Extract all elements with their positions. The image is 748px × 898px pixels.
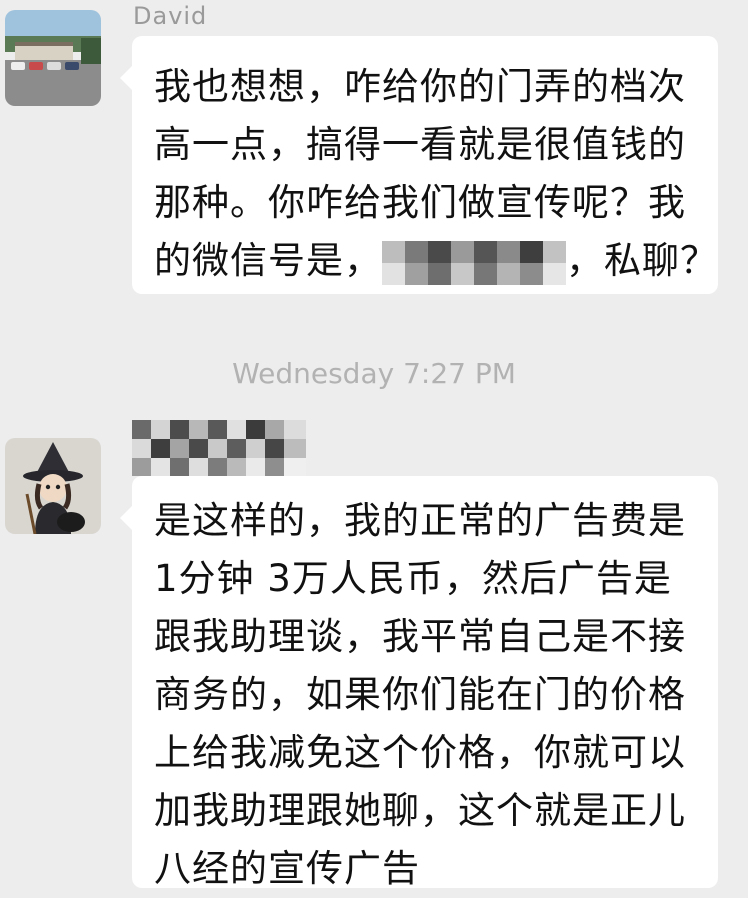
message-bubble[interactable]: 我也想想，咋给你的门弄的档次 高一点，搞得一看就是很值钱的 那种。你咋给我们做宣…: [120, 36, 718, 294]
message-line: 是这样的，我的正常的广告费是: [154, 499, 686, 542]
censored-sender-name-mosaic: [132, 420, 306, 476]
message-line: 的微信号是， ，私聊？: [154, 232, 717, 290]
message-line: 上给我减免这个价格，你就可以: [154, 731, 686, 774]
avatar-david[interactable]: [5, 10, 101, 106]
sender-name: David: [133, 2, 208, 30]
message-line: 跟我助理谈，我平常自己是不接: [154, 615, 686, 658]
message-line-end: ，私聊？: [566, 239, 718, 282]
message-line: 高一点，搞得一看就是很值钱的: [154, 123, 686, 166]
parking-lot-photo-icon: [5, 10, 101, 106]
witch-cartoon-avatar-icon: [5, 438, 101, 534]
message-line: 我也想想，咋给你的门弄的档次: [154, 65, 686, 108]
message-line: 那种。你咋给我们做宣传呢？我: [154, 181, 686, 224]
message-line: 八经的宣传广告: [154, 847, 420, 890]
timestamp-divider: Wednesday 7:27 PM: [232, 357, 516, 390]
message-line: 商务的，如果你们能在门的价格: [154, 673, 686, 716]
message-bubble[interactable]: 是这样的，我的正常的广告费是 1分钟 3万人民币，然后广告是 跟我助理谈，我平常…: [120, 476, 718, 890]
avatar-other[interactable]: [5, 438, 101, 534]
message-line: 1分钟 3万人民币，然后广告是: [154, 557, 672, 600]
message-line: 加我助理跟她聊，这个就是正儿: [154, 789, 686, 832]
censored-wechat-id-mosaic: [382, 240, 566, 285]
message-line-start: 的微信号是，: [154, 239, 382, 282]
